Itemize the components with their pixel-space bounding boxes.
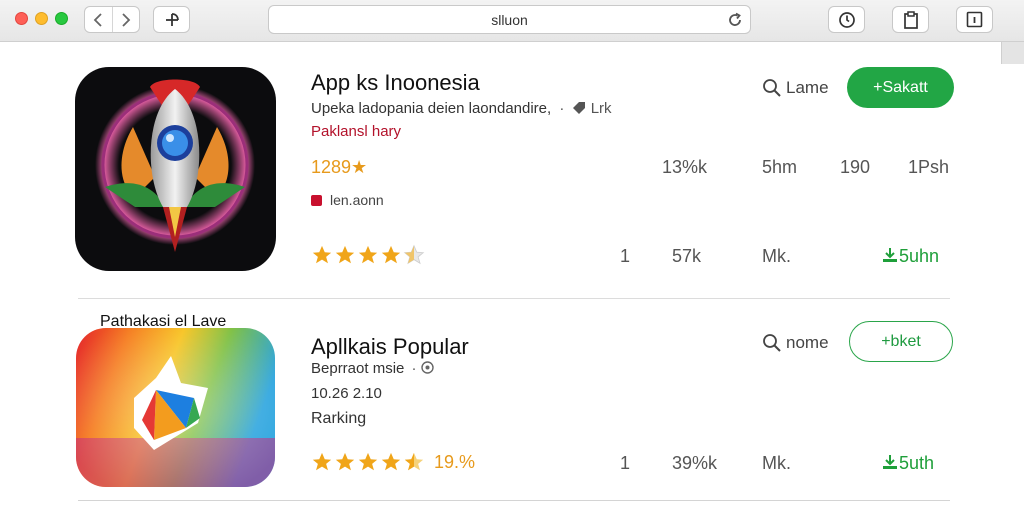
back-button[interactable]	[85, 7, 112, 32]
stat-value: 39%k	[672, 453, 718, 473]
address-bar[interactable]: slluon	[268, 5, 751, 34]
clipboard-button[interactable]	[892, 6, 929, 33]
search-link[interactable]: nome	[762, 333, 829, 353]
star-rating	[311, 451, 425, 473]
row-divider	[78, 298, 950, 299]
chevron-left-icon	[93, 12, 102, 27]
reload-icon[interactable]	[726, 11, 744, 29]
star-rating	[311, 244, 425, 266]
history-button[interactable]	[828, 6, 865, 33]
star-icon	[312, 452, 332, 471]
star-icon	[358, 245, 378, 264]
publisher-text: len.aonn	[330, 192, 384, 208]
search-icon	[763, 79, 781, 97]
app-title[interactable]: Apllkais Popular	[311, 334, 469, 360]
star-icon	[335, 452, 355, 471]
rocket-icon	[95, 79, 255, 252]
app-title[interactable]: App ks Inoonesia	[311, 70, 480, 96]
stat-value: Mk.	[762, 246, 791, 266]
app-subtitle-text: Upeka ladopania deien laondandire,	[311, 100, 552, 117]
rating-percent: 19.%	[434, 452, 476, 472]
close-window-button[interactable]	[15, 12, 28, 25]
address-text: slluon	[491, 11, 528, 28]
search-icon	[763, 334, 781, 352]
stat-value: 1	[620, 246, 631, 266]
sidebar-button[interactable]	[153, 6, 190, 33]
stat-value: 1	[620, 453, 631, 473]
stat-value: 5hm	[762, 157, 798, 177]
stat-value: Mk.	[762, 453, 791, 473]
row-divider	[78, 500, 950, 501]
forward-button[interactable]	[111, 7, 140, 32]
star-icon	[335, 245, 355, 264]
maximize-window-button[interactable]	[55, 12, 68, 25]
colorful-app-icon	[76, 328, 275, 487]
tag-icon	[572, 102, 585, 114]
app-icon-colorful[interactable]	[76, 328, 275, 487]
star-icon	[381, 452, 401, 471]
star-icon	[358, 452, 378, 471]
clipboard-icon	[903, 10, 918, 29]
get-button[interactable]: +Sakatt	[847, 67, 954, 108]
info-button[interactable]	[956, 6, 993, 33]
download-count: 5uth	[881, 453, 934, 474]
info-square-icon	[966, 11, 983, 28]
clock-icon	[838, 11, 855, 28]
star-empty-icon	[403, 244, 425, 265]
download-icon	[883, 248, 897, 262]
search-link[interactable]: Lame	[762, 78, 829, 98]
publisher-icon	[311, 195, 322, 206]
app-rating: 1289★	[311, 157, 368, 177]
chevron-right-icon	[122, 12, 131, 27]
dot-separator: ·	[411, 360, 417, 377]
app-subtitle-text: Beprraot msie	[311, 360, 405, 377]
download-text: 5uth	[899, 453, 935, 473]
get-button[interactable]: +bket	[849, 321, 953, 362]
search-label: nome	[786, 333, 829, 352]
app-category[interactable]: Paklansl hary	[311, 123, 401, 140]
star-icon	[381, 245, 401, 264]
app-subtitle: Upeka ladopania deien laondandire, · Lrk	[311, 100, 612, 117]
star-icon	[312, 245, 332, 264]
stat-value: 190	[840, 157, 871, 177]
search-label: Lame	[786, 78, 829, 97]
ranking-label[interactable]: Rarking	[311, 410, 366, 428]
info-circle-icon	[421, 361, 434, 374]
scrollbar-top[interactable]	[1001, 42, 1024, 64]
stat-value: 13%k	[662, 157, 708, 177]
download-count: 5uhn	[881, 246, 939, 267]
minimize-window-button[interactable]	[35, 12, 48, 25]
publisher-badge: len.aonn	[311, 192, 384, 208]
dot-separator: ·	[559, 100, 565, 117]
app-icon-rocket[interactable]	[75, 67, 276, 271]
star-half-icon	[404, 452, 424, 471]
download-icon	[883, 455, 897, 469]
app-version: 10.26 2.10	[311, 385, 382, 402]
sidebar-icon	[165, 12, 179, 26]
app-tag: Lrk	[590, 100, 612, 117]
download-text: 5uhn	[899, 246, 940, 266]
nav-button-group	[84, 6, 140, 33]
browser-toolbar: slluon	[0, 0, 1024, 42]
stat-value: 57k	[672, 246, 702, 266]
app-subtitle: Beprraot msie ·	[311, 360, 434, 377]
stat-value: 1Psh	[908, 157, 950, 177]
